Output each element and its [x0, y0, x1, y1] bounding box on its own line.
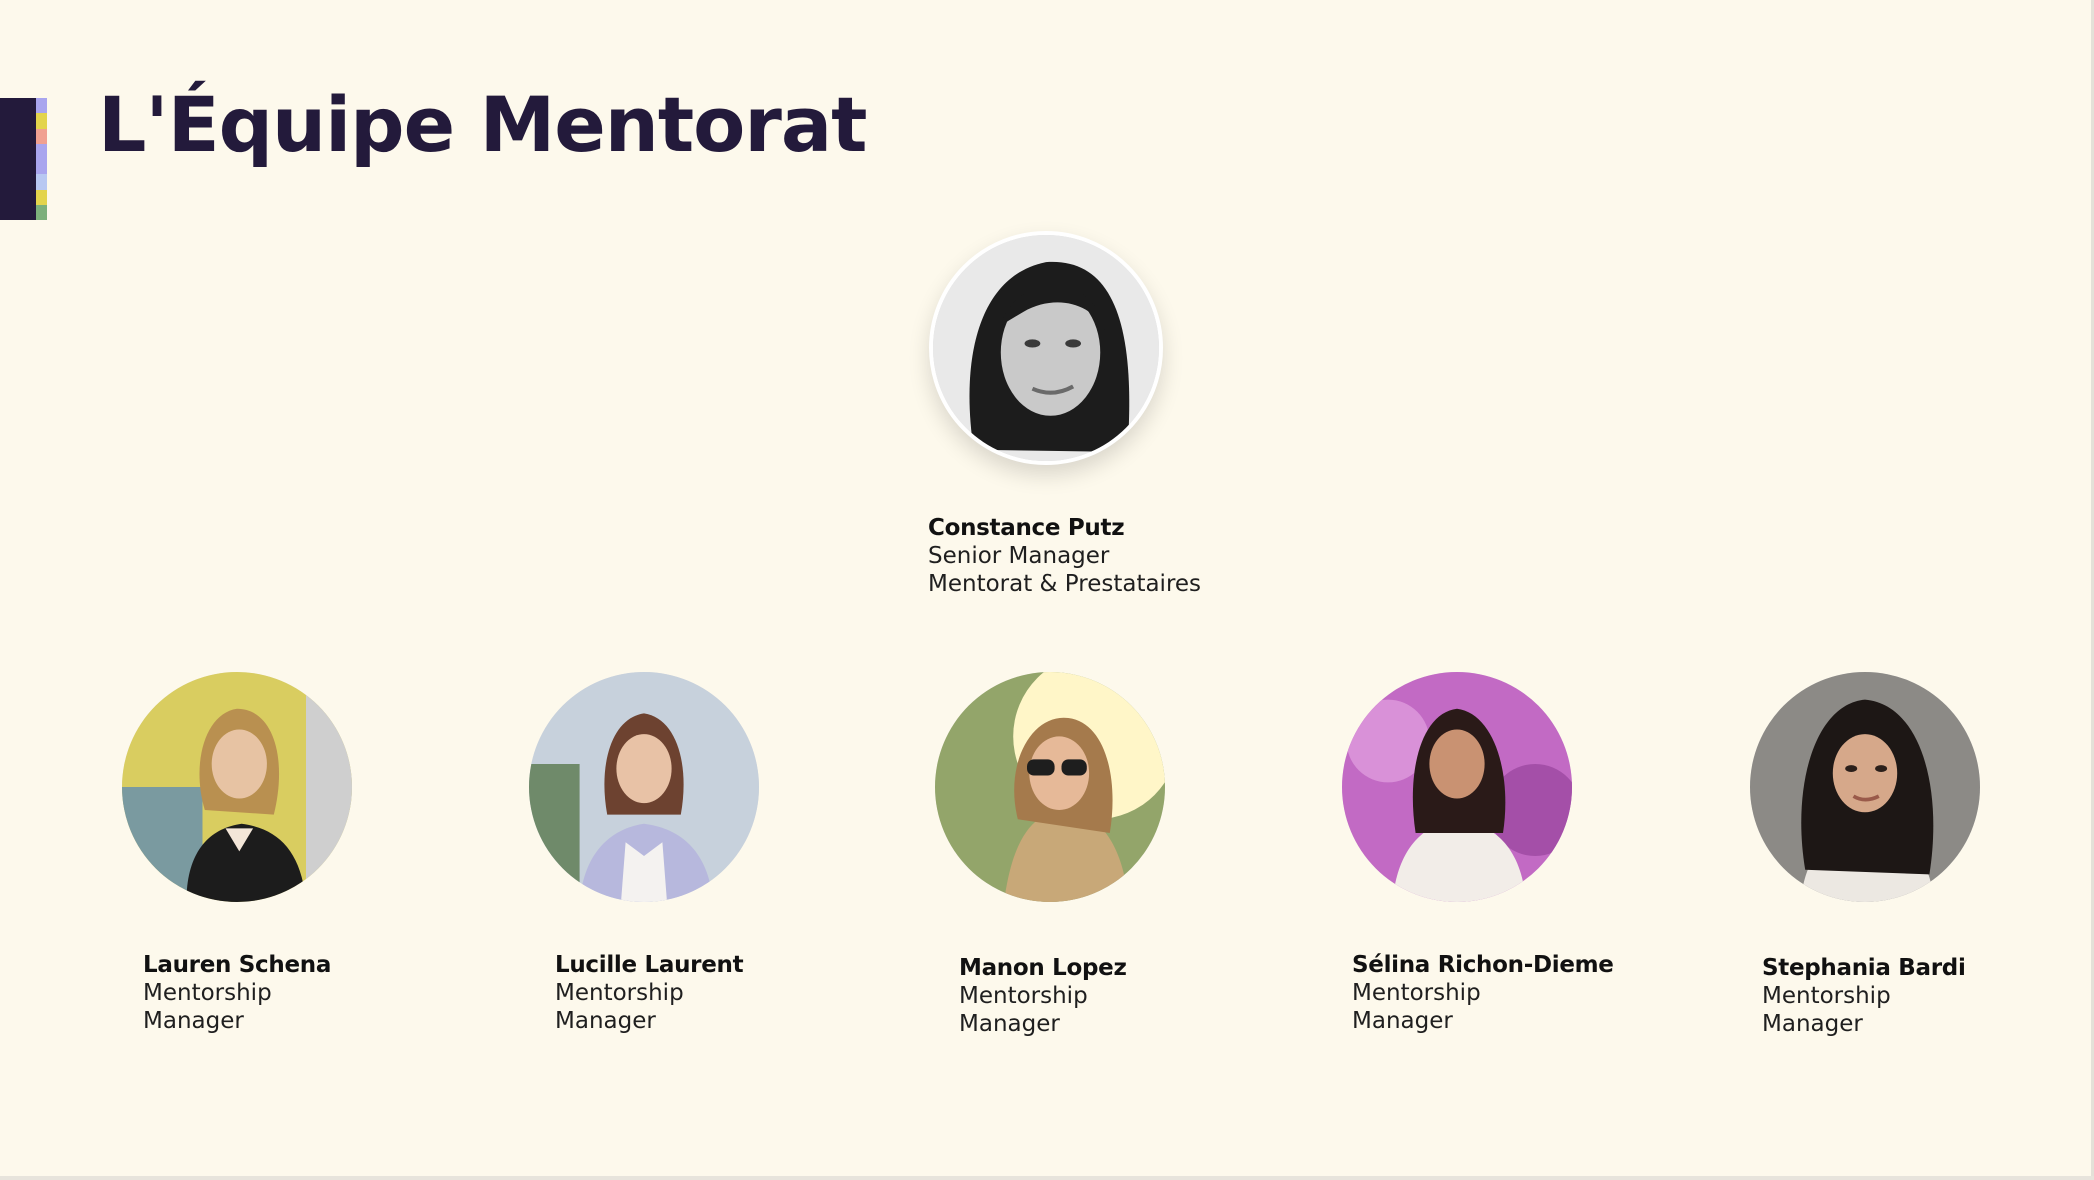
- accent-swatch: [36, 113, 47, 129]
- accent-swatch: [36, 128, 47, 144]
- portrait-photo-icon: [1342, 672, 1572, 902]
- portrait-photo-icon: [122, 672, 352, 902]
- accent-color-stripe: [36, 98, 47, 220]
- member-name: Constance Putz: [928, 515, 1125, 541]
- member-role-line1: Mentorship: [143, 980, 272, 1006]
- portrait-photo-icon: [935, 672, 1165, 902]
- team-member-text: Stephania Bardi Mentorship Manager: [1762, 954, 1966, 1038]
- portrait-photo-icon: [529, 672, 759, 902]
- member-role-line1: Senior Manager: [928, 543, 1110, 569]
- member-role-line2: Manager: [959, 1011, 1060, 1037]
- member-role-line2: Manager: [143, 1008, 244, 1034]
- slide: L'Équipe Mentorat Constance Putz Senior …: [0, 0, 2094, 1180]
- member-role-line1: Mentorship: [959, 983, 1088, 1009]
- team-member-text: Lucille Laurent Mentorship Manager: [555, 951, 744, 1035]
- page-title: L'Équipe Mentorat: [98, 80, 867, 169]
- member-name: Sélina Richon-Dieme: [1352, 952, 1614, 978]
- member-name: Lauren Schena: [143, 952, 332, 978]
- member-role-line2: Mentorat & Prestataires: [928, 571, 1202, 597]
- accent-swatch: [36, 98, 47, 114]
- team-member-text: Sélina Richon-Dieme Mentorship Manager: [1352, 951, 1614, 1035]
- member-role-line1: Mentorship: [555, 980, 684, 1006]
- member-name: Manon Lopez: [959, 955, 1127, 981]
- accent-swatch: [36, 143, 47, 175]
- accent-swatch: [36, 189, 47, 205]
- title-accent-bar: [0, 98, 48, 220]
- accent-swatch: [36, 174, 47, 190]
- member-role-line2: Manager: [1352, 1008, 1453, 1034]
- accent-dark-block: [0, 98, 36, 220]
- member-role-line2: Manager: [1762, 1011, 1863, 1037]
- lead-member-text: Constance Putz Senior Manager Mentorat &…: [928, 514, 1201, 598]
- member-role-line2: Manager: [555, 1008, 656, 1034]
- member-name: Lucille Laurent: [555, 952, 744, 978]
- portrait-photo-icon: [929, 231, 1163, 465]
- member-role-line1: Mentorship: [1352, 980, 1481, 1006]
- slide-bottom-edge: [0, 1176, 2094, 1180]
- member-name: Stephania Bardi: [1762, 955, 1966, 981]
- accent-swatch: [36, 204, 47, 220]
- member-role-line1: Mentorship: [1762, 983, 1891, 1009]
- portrait-photo-icon: [1750, 672, 1980, 902]
- team-member-text: Lauren Schena Mentorship Manager: [143, 951, 331, 1035]
- team-member-text: Manon Lopez Mentorship Manager: [959, 954, 1127, 1038]
